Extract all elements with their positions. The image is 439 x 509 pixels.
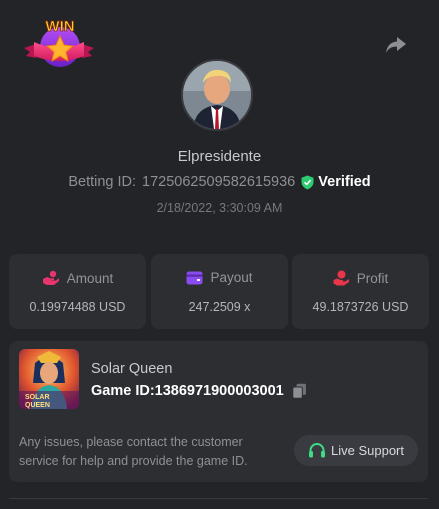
payout-wallet-icon bbox=[186, 271, 203, 284]
betting-id-label: Betting ID: bbox=[68, 174, 137, 190]
verified-badge: Verified bbox=[301, 174, 371, 190]
stat-label-amount: Amount bbox=[66, 270, 114, 286]
verified-shield-icon bbox=[301, 175, 314, 189]
thumb-title-line2: QUEEN bbox=[25, 402, 50, 409]
stat-card-profit: Profit 49.1873726 USD bbox=[292, 254, 429, 329]
share-button[interactable] bbox=[385, 35, 407, 55]
game-id-label: Game ID: bbox=[91, 383, 155, 399]
game-id-value: 1386971900003001 bbox=[154, 383, 284, 399]
win-logo-text: WIN bbox=[45, 18, 74, 35]
bet-timestamp: 2/18/2022, 3:30:09 AM bbox=[156, 201, 283, 215]
support-notice: Any issues, please contact the customer … bbox=[19, 435, 248, 468]
stat-value-amount: 0.19974488 USD bbox=[29, 300, 126, 314]
live-support-button[interactable]: Live Support bbox=[294, 435, 418, 466]
stat-label-profit: Profit bbox=[356, 270, 389, 286]
copy-icon[interactable] bbox=[292, 383, 307, 399]
stat-value-profit: 49.1873726 USD bbox=[312, 300, 409, 314]
game-thumbnail[interactable]: SOLAR QUEEN bbox=[19, 349, 79, 409]
betting-id-value: 1725062509582615936 bbox=[142, 174, 296, 190]
thumb-title-line1: SOLAR bbox=[25, 394, 50, 401]
verified-label: Verified bbox=[318, 174, 371, 190]
win-logo: WIN bbox=[22, 14, 96, 72]
share-arrow-icon bbox=[386, 37, 406, 53]
game-card: SOLAR QUEEN Solar Queen Game ID:13869719… bbox=[9, 341, 428, 482]
stat-label-payout: Payout bbox=[210, 270, 253, 285]
amount-hand-icon bbox=[42, 270, 59, 285]
game-id-row: Game ID:1386971900003001 bbox=[91, 383, 307, 399]
stat-value-payout: 247.2509 x bbox=[188, 300, 251, 314]
game-name: Solar Queen bbox=[91, 361, 173, 377]
bottom-divider bbox=[9, 498, 428, 499]
stats-row: Amount 0.19974488 USD Payout 247.2509 x … bbox=[9, 254, 429, 329]
headset-icon bbox=[309, 443, 325, 458]
stat-card-payout: Payout 247.2509 x bbox=[151, 254, 288, 329]
betting-id-row: Betting ID: 1725062509582615936 Verified bbox=[0, 174, 439, 190]
stat-card-amount: Amount 0.19974488 USD bbox=[9, 254, 146, 329]
live-support-label: Live Support bbox=[331, 443, 404, 458]
profit-coin-hand-icon bbox=[333, 270, 349, 286]
username: Elpresidente bbox=[177, 148, 262, 165]
avatar bbox=[181, 59, 253, 131]
